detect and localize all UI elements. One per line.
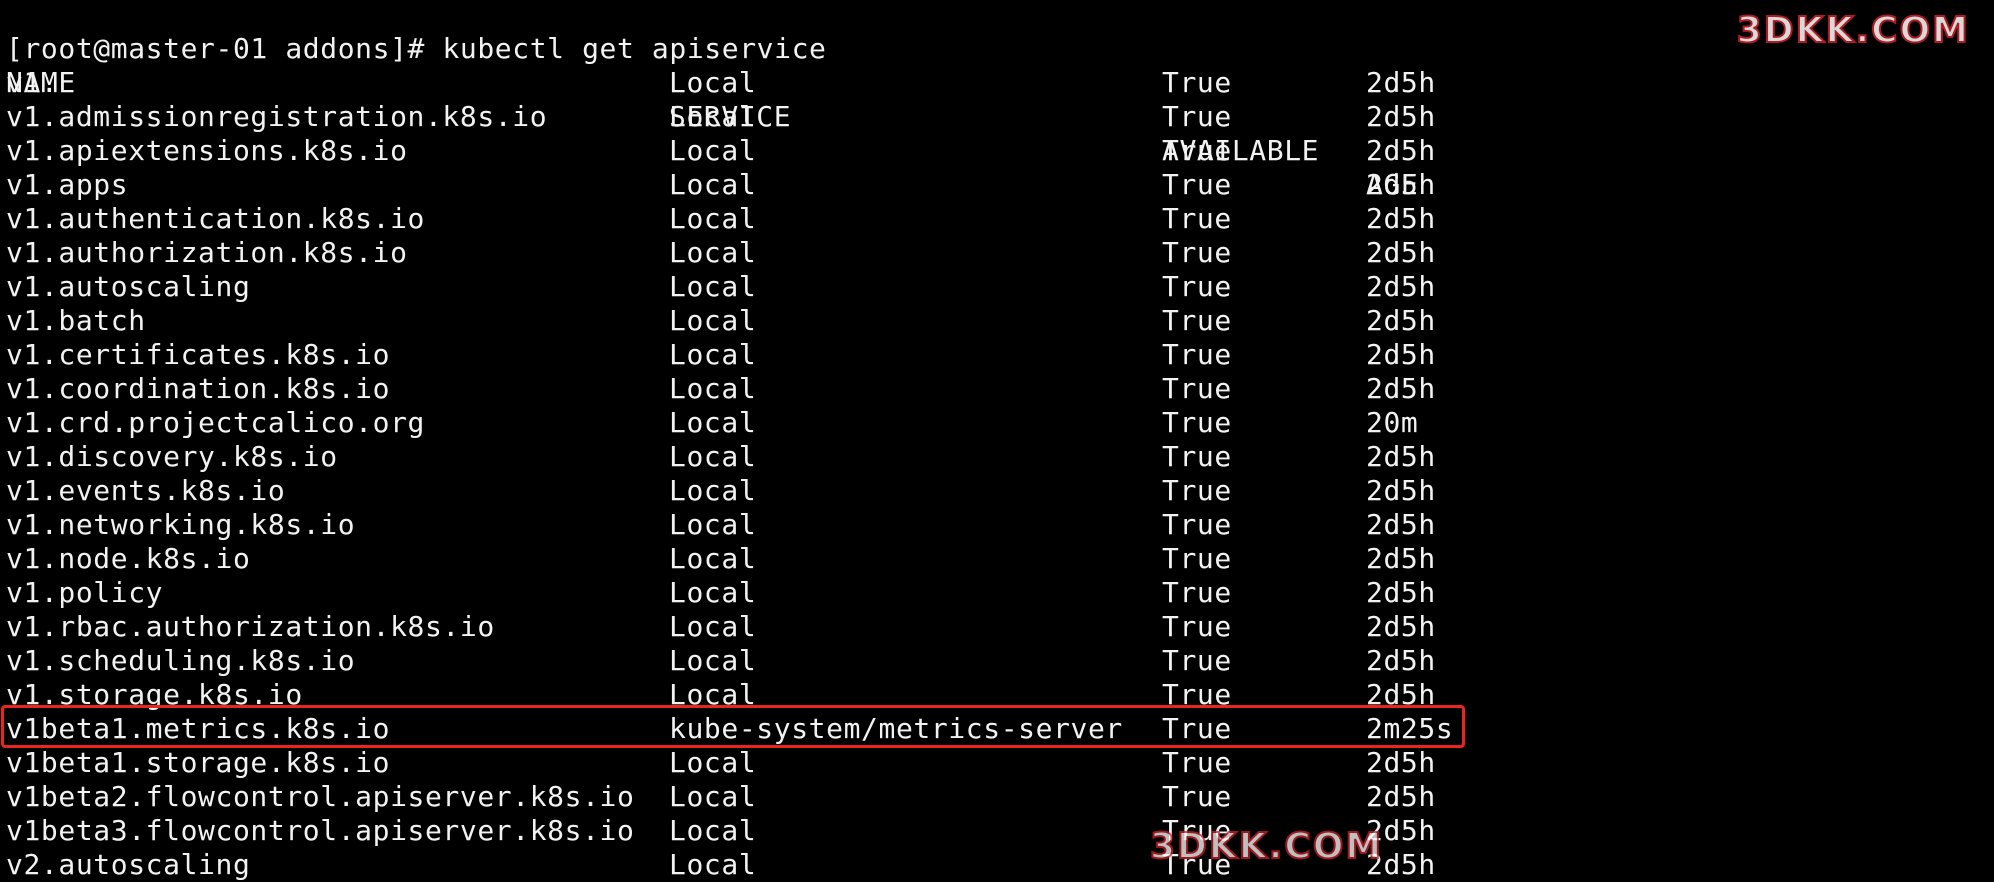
cell-name: v1.discovery.k8s.io <box>6 440 338 473</box>
cell-name: v1.authentication.k8s.io <box>6 202 425 235</box>
cell-name: v1beta1.storage.k8s.io <box>6 746 391 779</box>
cell-age: 2d5h <box>1366 610 1436 643</box>
cell-service: Local <box>669 236 757 269</box>
cell-name: v1.crd.projectcalico.org <box>6 406 425 439</box>
cell-service: Local <box>669 610 757 643</box>
cell-service: Local <box>669 576 757 609</box>
cell-age: 2d5h <box>1366 372 1436 405</box>
cell-available: True <box>1162 474 1232 507</box>
cell-name: v1. <box>6 66 59 99</box>
cell-age: 2d5h <box>1366 168 1436 201</box>
cell-available: True <box>1162 338 1232 371</box>
cell-available: True <box>1162 780 1232 813</box>
cell-service: Local <box>669 474 757 507</box>
cell-age: 2d5h <box>1366 134 1436 167</box>
cell-age: 2d5h <box>1366 576 1436 609</box>
cell-age: 2d5h <box>1366 304 1436 337</box>
cell-age: 2d5h <box>1366 508 1436 541</box>
cell-available: True <box>1162 168 1232 201</box>
cell-service: Local <box>669 304 757 337</box>
cell-available: True <box>1162 202 1232 235</box>
cell-name: v1.scheduling.k8s.io <box>6 644 356 677</box>
cell-name: v2.autoscaling <box>6 848 251 881</box>
cell-available: True <box>1162 270 1232 303</box>
cell-service: Local <box>669 406 757 439</box>
command-text: kubectl get apiservice <box>442 32 827 65</box>
cell-age: 2d5h <box>1366 66 1436 99</box>
cell-age: 2d5h <box>1366 100 1436 133</box>
watermark-bottom: 3DKK.COM <box>1149 825 1384 868</box>
cell-available: True <box>1162 610 1232 643</box>
cell-name: v1.authorization.k8s.io <box>6 236 408 269</box>
cell-name: v1.coordination.k8s.io <box>6 372 391 405</box>
cell-age: 2d5h <box>1366 644 1436 677</box>
cell-available: True <box>1162 508 1232 541</box>
cell-available: True <box>1162 304 1232 337</box>
cell-available: True <box>1162 372 1232 405</box>
cell-service: Local <box>669 542 757 575</box>
cell-available: True <box>1162 236 1232 269</box>
cell-service: Local <box>669 202 757 235</box>
cell-name: v1.networking.k8s.io <box>6 508 356 541</box>
cell-age: 2d5h <box>1366 746 1436 779</box>
table-header: NAME SERVICE AVAILABLE AGE <box>6 32 1418 201</box>
shell-prompt: [root@master-01 addons]# kubectl get api… <box>6 32 827 65</box>
cell-name: v1.rbac.authorization.k8s.io <box>6 610 495 643</box>
cell-service: Local <box>669 270 757 303</box>
cell-service: Local <box>669 780 757 813</box>
cell-service: Local <box>669 66 757 99</box>
cell-name: v1.certificates.k8s.io <box>6 338 391 371</box>
cell-service: Local <box>669 814 757 847</box>
cell-available: True <box>1162 406 1232 439</box>
terminal-window[interactable]: [root@master-01 addons]# kubectl get api… <box>0 0 1994 881</box>
cell-available: True <box>1162 440 1232 473</box>
highlight-box <box>1 705 1465 748</box>
cell-service: Local <box>669 372 757 405</box>
cell-age: 2d5h <box>1366 542 1436 575</box>
cell-age: 2d5h <box>1366 202 1436 235</box>
cell-age: 2d5h <box>1366 440 1436 473</box>
cell-service: Local <box>669 100 757 133</box>
cell-name: v1.events.k8s.io <box>6 474 286 507</box>
cell-name: v1.apps <box>6 168 129 201</box>
cell-age: 20m <box>1366 406 1419 439</box>
cell-service: Local <box>669 848 757 881</box>
cell-name: v1beta2.flowcontrol.apiserver.k8s.io <box>6 780 635 813</box>
cell-name: v1.admissionregistration.k8s.io <box>6 100 548 133</box>
cell-available: True <box>1162 542 1232 575</box>
cell-age: 2d5h <box>1366 474 1436 507</box>
cell-available: True <box>1162 134 1232 167</box>
command-line: [root@master-01 addons]# kubectl get api… <box>6 0 826 65</box>
cell-age: 2d5h <box>1366 338 1436 371</box>
cell-service: Local <box>669 440 757 473</box>
cell-service: Local <box>669 508 757 541</box>
cell-available: True <box>1162 644 1232 677</box>
cell-available: True <box>1162 66 1232 99</box>
cell-name: v1.autoscaling <box>6 270 251 303</box>
cell-service: Local <box>669 338 757 371</box>
cell-name: v1.policy <box>6 576 164 609</box>
cell-available: True <box>1162 100 1232 133</box>
cell-name: v1.batch <box>6 304 146 337</box>
cell-name: v1.node.k8s.io <box>6 542 251 575</box>
cell-age: 2d5h <box>1366 780 1436 813</box>
cell-age: 2d5h <box>1366 270 1436 303</box>
cell-available: True <box>1162 576 1232 609</box>
cell-service: Local <box>669 134 757 167</box>
cell-name: v1beta3.flowcontrol.apiserver.k8s.io <box>6 814 635 847</box>
cell-available: True <box>1162 746 1232 779</box>
cell-name: v1.apiextensions.k8s.io <box>6 134 408 167</box>
cell-service: Local <box>669 746 757 779</box>
cell-service: Local <box>669 168 757 201</box>
watermark-top: 3DKK.COM <box>1736 9 1970 52</box>
cell-age: 2d5h <box>1366 236 1436 269</box>
cell-service: Local <box>669 644 757 677</box>
